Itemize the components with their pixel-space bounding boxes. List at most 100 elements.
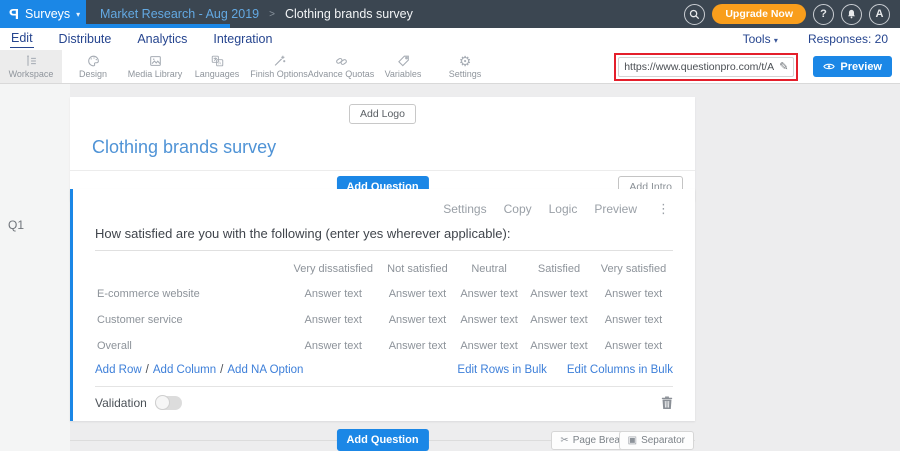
matrix-column-header[interactable]: Not satisfied [381,255,454,281]
tool-label: Settings [449,69,482,79]
notifications-button[interactable] [841,4,862,25]
search-button[interactable] [684,4,705,25]
delete-question-button[interactable] [661,396,673,410]
matrix-column-header[interactable]: Very satisfied [594,255,673,281]
question-settings-link[interactable]: Settings [443,202,486,216]
add-row-link[interactable]: Add Row [95,364,142,376]
top-bar: P Surveys ▾ Market Research - Aug 2019 >… [0,0,900,28]
matrix-row-label[interactable]: E-commerce website [95,281,286,307]
matrix-answer-cell[interactable]: Answer text [594,281,673,307]
matrix-answer-cell[interactable]: Answer text [381,333,454,359]
tool-label: Variables [385,69,422,79]
avatar-initial: A [876,8,884,20]
question-preview-link[interactable]: Preview [594,202,637,216]
tool-label: Design [79,69,107,79]
survey-title[interactable]: Clothing brands survey [92,137,695,158]
active-folder-indicator [86,24,230,28]
search-icon [689,9,700,20]
help-button[interactable]: ? [813,4,834,25]
matrix-answer-cell[interactable]: Answer text [454,333,524,359]
question-copy-link[interactable]: Copy [504,202,532,216]
responses-count: Responses: 20 [808,32,888,46]
account-avatar[interactable]: A [869,4,890,25]
tab-analytics[interactable]: Analytics [136,31,188,48]
tab-integration[interactable]: Integration [212,31,273,48]
separator-button[interactable]: ▣ Separator [619,431,694,450]
survey-header-card: Add Logo Clothing brands survey Add Ques… [70,97,695,201]
link-separator: / [146,364,149,376]
editor-toolbar: Workspace Design Media Library A Languag… [0,50,900,84]
preview-button[interactable]: Preview [813,56,892,77]
matrix-answer-cell[interactable]: Answer text [286,281,381,307]
surveys-menu[interactable]: P Surveys ▾ [0,0,86,28]
matrix-table: Very dissatisfiedNot satisfiedNeutralSat… [95,255,673,359]
matrix-header-row: Very dissatisfiedNot satisfiedNeutralSat… [95,255,673,281]
chain-icon [334,54,349,68]
eye-icon [823,62,835,71]
matrix-row-label[interactable]: Overall [95,333,286,359]
matrix-answer-cell[interactable]: Answer text [594,333,673,359]
matrix-answer-cell[interactable]: Answer text [286,307,381,333]
tab-edit[interactable]: Edit [10,30,34,48]
validation-toggle[interactable] [155,396,182,410]
validation-label: Validation [95,396,147,410]
survey-url-field[interactable]: https://www.questionpro.com/t/APNrFZ ✎ [618,57,794,77]
matrix-links-row: Add Row / Add Column / Add NA Option Edi… [95,364,673,376]
question-logic-link[interactable]: Logic [549,202,578,216]
matrix-answer-cell[interactable]: Answer text [286,333,381,359]
tool-label: Finish Options [250,69,308,79]
matrix-answer-cell[interactable]: Answer text [524,307,594,333]
matrix-answer-cell[interactable]: Answer text [524,281,594,307]
upgrade-now-button[interactable]: Upgrade Now [712,4,806,24]
workspace-icon [24,54,39,68]
kebab-menu-icon[interactable]: ⋮ [654,201,673,217]
edit-rows-in-bulk-link[interactable]: Edit Rows in Bulk [457,364,546,376]
tab-settings[interactable]: ⚙ Settings [434,50,496,83]
survey-editor-canvas: Q1 Add Logo Clothing brands survey Add Q… [0,84,900,451]
matrix-row: Customer serviceAnswer textAnswer textAn… [95,307,673,333]
matrix-answer-cell[interactable]: Answer text [524,333,594,359]
bell-icon [846,8,857,20]
add-logo-button[interactable]: Add Logo [349,104,416,124]
tab-media-library[interactable]: Media Library [124,50,186,83]
scissors-icon: ✂ [560,436,568,446]
tab-languages[interactable]: A Languages [186,50,248,83]
matrix-answer-cell[interactable]: Answer text [381,307,454,333]
matrix-column-header[interactable]: Neutral [454,255,524,281]
palette-icon [86,54,101,68]
breadcrumb-folder[interactable]: Market Research - Aug 2019 [100,7,259,21]
matrix-row-label[interactable]: Customer service [95,307,286,333]
add-question-button-bottom[interactable]: Add Question [336,429,428,451]
matrix-row: OverallAnswer textAnswer textAnswer text… [95,333,673,359]
edit-columns-in-bulk-link[interactable]: Edit Columns in Bulk [567,364,673,376]
edit-url-pencil-icon[interactable]: ✎ [779,60,788,73]
chevron-down-icon: ▾ [774,36,778,45]
question-id-rail: Q1 [0,84,70,451]
tab-design[interactable]: Design [62,50,124,83]
matrix-answer-cell[interactable]: Answer text [454,307,524,333]
tab-finish-options[interactable]: Finish Options [248,50,310,83]
tool-label: Languages [195,69,240,79]
toggle-knob [155,395,170,410]
wand-icon [272,54,287,68]
add-column-link[interactable]: Add Column [153,364,216,376]
matrix-answer-cell[interactable]: Answer text [454,281,524,307]
tab-distribute[interactable]: Distribute [58,31,113,48]
trash-icon [661,396,673,410]
tab-advance-quotas[interactable]: Advance Quotas [310,50,372,83]
tab-variables[interactable]: Variables [372,50,434,83]
surveys-menu-label: Surveys [25,7,70,21]
question-text[interactable]: How satisfied are you with the following… [95,226,673,251]
matrix-column-header[interactable]: Satisfied [524,255,594,281]
tools-dropdown[interactable]: Tools ▾ [743,32,778,46]
matrix-answer-cell[interactable]: Answer text [381,281,454,307]
tab-workspace[interactable]: Workspace [0,50,62,83]
tool-label: Advance Quotas [308,69,375,79]
question-id: Q1 [8,218,24,232]
matrix-answer-cell[interactable]: Answer text [594,307,673,333]
matrix-column-header[interactable]: Very dissatisfied [286,255,381,281]
matrix-row: E-commerce websiteAnswer textAnswer text… [95,281,673,307]
translate-icon: A [210,54,225,68]
survey-url-text[interactable]: https://www.questionpro.com/t/APNrFZ [624,61,774,73]
add-na-option-link[interactable]: Add NA Option [227,364,303,376]
